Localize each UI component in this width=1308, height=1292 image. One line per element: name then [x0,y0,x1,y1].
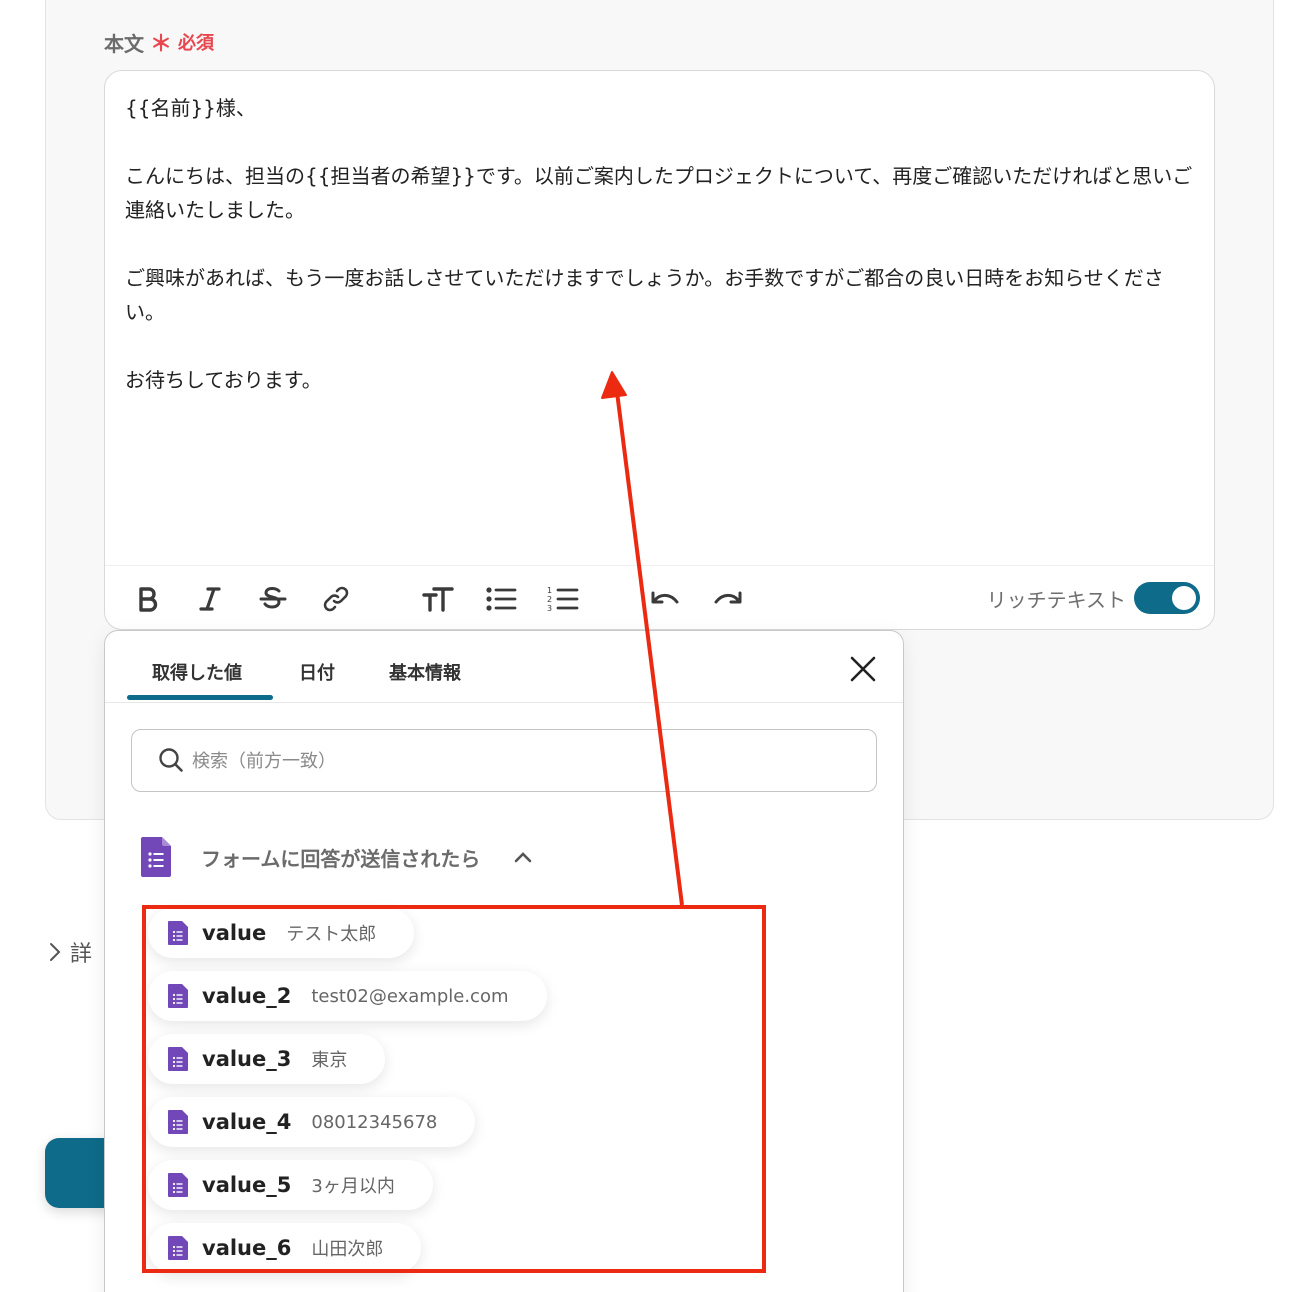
bold-icon[interactable] [131,582,165,616]
picker-tabs: 取得した値 日付 基本情報 [105,631,903,703]
toggle-knob [1172,586,1196,610]
close-icon[interactable] [849,655,877,683]
tab-date[interactable]: 日付 [299,659,335,685]
editor-content[interactable]: {{名前}}様、 こんにちは、担当の{{担当者の希望}}です。以前ご案内したプロ… [125,91,1200,397]
chevron-up-icon [515,852,532,863]
field-label-text: 本文 [104,31,144,56]
search-input[interactable] [192,740,852,782]
tab-basic-info[interactable]: 基本情報 [389,659,461,685]
text-size-icon[interactable] [421,582,455,616]
chevron-right-icon [50,943,61,961]
strikethrough-icon[interactable] [256,582,290,616]
rich-text-toggle[interactable] [1134,582,1200,614]
editor-line: {{名前}}様、 [125,96,256,120]
body-editor[interactable]: {{名前}}様、 こんにちは、担当の{{担当者の希望}}です。以前ご案内したプロ… [104,70,1215,630]
section-title: フォームに回答が送信されたら [201,846,481,871]
redo-icon[interactable] [711,582,745,616]
editor-line: ご興味があれば、もう一度お話しさせていただけますでしょうか。お手数ですがご都合の… [125,266,1164,324]
google-forms-icon [141,837,171,877]
svg-text:2: 2 [547,595,552,604]
link-icon[interactable] [319,582,353,616]
form-section-header[interactable]: フォームに回答が送信されたら [141,837,532,877]
editor-line [125,329,1200,363]
editor-toolbar: 123 リッチテキスト [105,565,1214,629]
undo-icon[interactable] [648,582,682,616]
numbered-list-icon[interactable]: 123 [546,582,580,616]
required-label: 必須 [178,33,215,54]
rich-text-label: リッチテキスト [986,588,1126,612]
search-icon [159,748,183,772]
editor-line: こんにちは、担当の{{担当者の希望}}です。以前ご案内したプロジェクトについて、… [125,164,1193,222]
active-tab-indicator [127,695,273,700]
editor-line [125,227,1200,261]
svg-text:1: 1 [547,586,552,595]
bullet-list-icon[interactable] [484,582,518,616]
details-label: 詳 [70,942,93,967]
highlight-box [142,905,766,1273]
editor-line: お待ちしております。 [125,368,322,392]
body-field-label: 本文 ＊ 必須 [104,26,214,58]
svg-text:3: 3 [547,604,552,613]
required-asterisk: ＊ [150,32,173,57]
search-field[interactable] [131,729,877,792]
details-expander[interactable]: 詳 [48,936,92,968]
editor-line [125,125,1200,159]
tab-acquired-values[interactable]: 取得した値 [152,659,242,685]
italic-icon[interactable] [193,582,227,616]
